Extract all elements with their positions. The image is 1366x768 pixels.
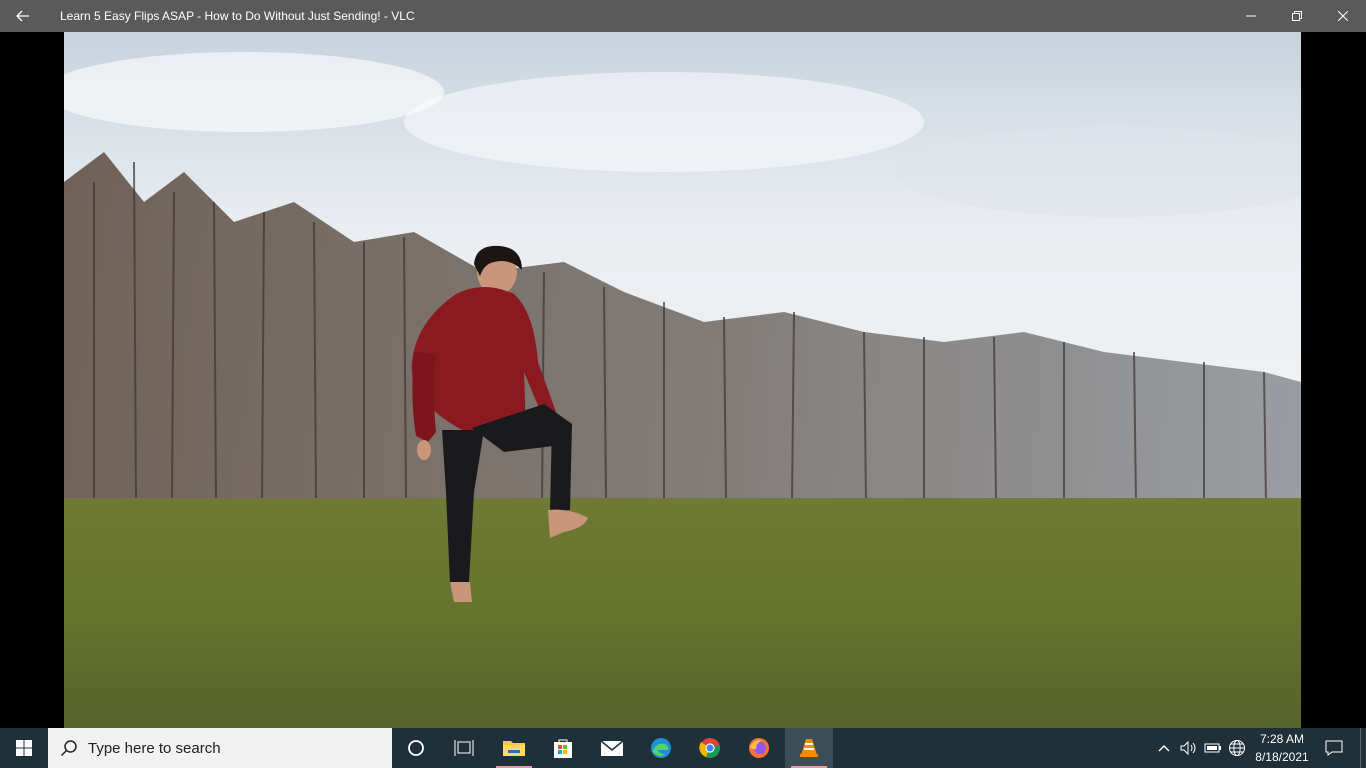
firefox-button[interactable] [735,728,783,768]
hand [417,440,431,460]
firefox-icon [749,738,769,758]
vlc-icon [800,739,818,757]
chrome-button[interactable] [686,728,734,768]
search-placeholder: Type here to search [88,739,221,757]
taskbar: Type here to search 7:28 AM 8/18/2021 [0,728,1366,768]
show-desktop-button[interactable] [1360,728,1366,768]
video-frame[interactable] [64,32,1301,728]
battery-icon [1204,743,1221,753]
store-icon [554,739,572,758]
close-icon [1338,11,1348,21]
store-button[interactable] [539,728,587,768]
show-hidden-icons-button[interactable] [1154,728,1174,768]
clock-time: 7:28 AM [1259,732,1305,746]
speaker-icon [1180,740,1196,756]
minimize-icon [1246,15,1256,17]
search-icon [60,740,77,757]
windows-logo-icon [16,740,32,756]
back-button[interactable] [0,0,46,32]
notification-icon [1325,740,1343,756]
window-controls [1228,0,1366,32]
file-explorer-button[interactable] [490,728,538,768]
clock[interactable]: 7:28 AM 8/18/2021 [1244,728,1320,768]
restore-icon [1292,11,1302,21]
volume-button[interactable] [1178,728,1200,768]
restore-button[interactable] [1274,0,1320,32]
grass-field [64,498,1301,728]
vlc-button[interactable] [785,728,833,768]
cortana-button[interactable] [392,728,440,768]
mail-icon [600,740,624,756]
task-view-icon [454,740,474,756]
mail-button[interactable] [588,728,636,768]
title-bar: Learn 5 Easy Flips ASAP - How to Do With… [0,0,1366,32]
chevron-up-icon [1158,745,1170,752]
edge-icon [651,738,671,758]
close-button[interactable] [1320,0,1366,32]
start-button[interactable] [0,728,48,768]
chrome-icon [699,738,720,758]
cloud [404,72,924,172]
minimize-button[interactable] [1228,0,1274,32]
search-box[interactable]: Type here to search [48,728,392,768]
task-view-button[interactable] [440,728,488,768]
video-player[interactable] [0,32,1366,728]
circle-icon [408,740,424,756]
folder-icon [503,741,525,756]
window-title: Learn 5 Easy Flips ASAP - How to Do With… [60,9,415,23]
edge-button[interactable] [637,728,685,768]
raised-shin [550,424,572,512]
left-arm [412,352,436,442]
clock-date: 8/18/2021 [1255,750,1309,764]
back-arrow-icon [16,10,29,22]
battery-button[interactable] [1202,728,1224,768]
action-center-button[interactable] [1314,728,1354,768]
video-scene [64,32,1301,728]
